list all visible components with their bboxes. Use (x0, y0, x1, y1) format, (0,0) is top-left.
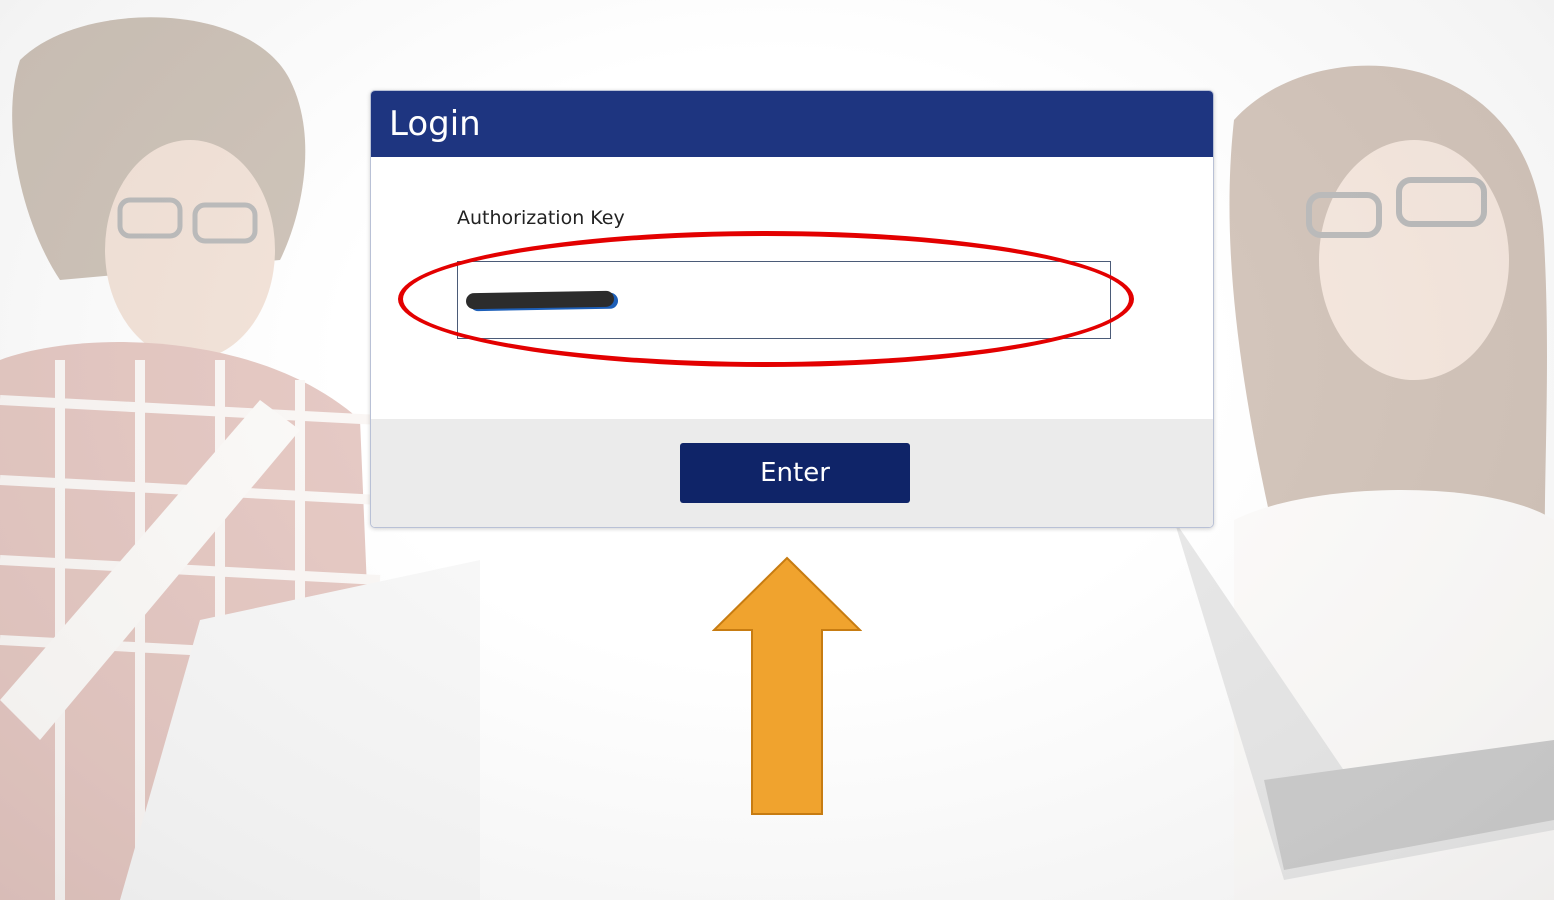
authorization-key-input[interactable] (457, 261, 1111, 339)
redacted-key-scribble (465, 290, 615, 310)
dialog-body: Authorization Key (371, 157, 1213, 419)
annotation-up-arrow-icon (712, 556, 862, 815)
enter-button[interactable]: Enter (680, 443, 910, 503)
dialog-title: Login (389, 104, 481, 144)
dialog-footer: Enter (371, 419, 1213, 527)
page-stage: Login Authorization Key Enter (0, 0, 1554, 900)
dialog-header: Login (371, 91, 1213, 157)
authorization-key-label: Authorization Key (457, 207, 625, 229)
login-dialog: Login Authorization Key Enter (370, 90, 1214, 528)
